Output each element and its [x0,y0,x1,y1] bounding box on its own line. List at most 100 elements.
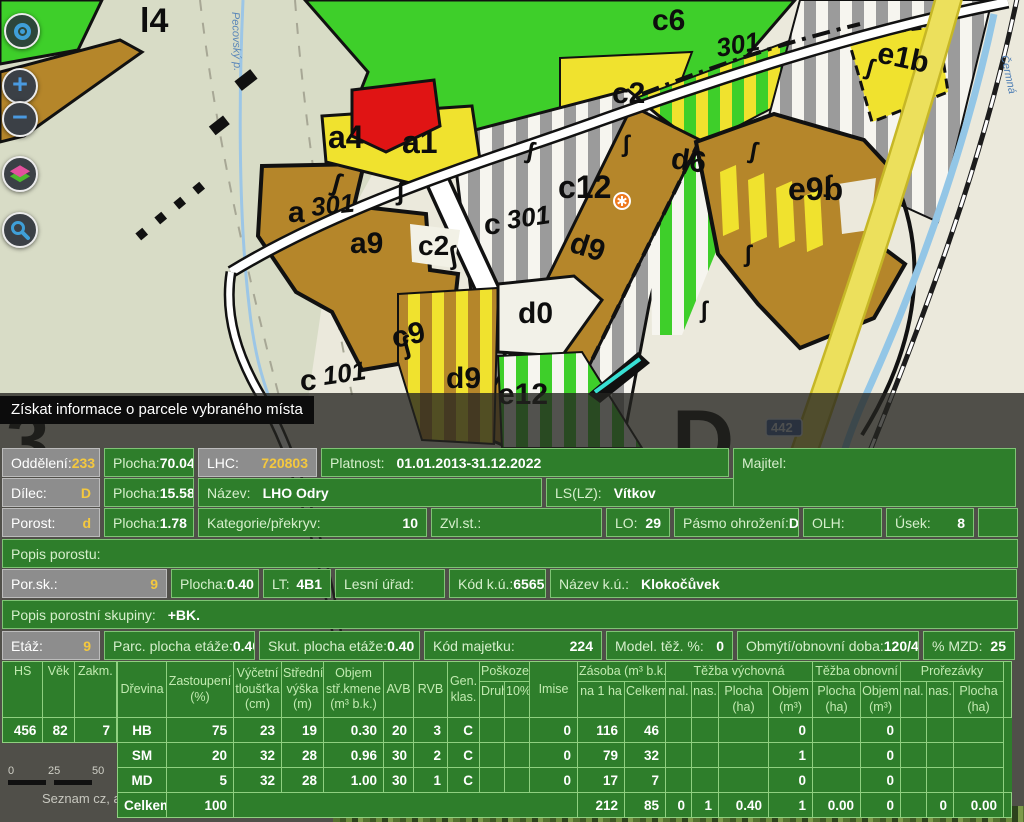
table-cell: 0.00 [813,793,861,818]
field-nazev-ku: Název k.ú.:Klokočůvek [550,569,1017,598]
col-vycetni: Výčetnítloušťka(cm) [234,662,282,718]
col-avb: AVB [384,662,414,718]
field-lhc: LHC:720803 [198,448,317,477]
table-cell: 100 [167,793,234,818]
field-usek: Úsek:8 [886,508,974,537]
col-tv-nal: nal. [666,682,692,718]
table-cell [666,718,692,743]
table-cell [1004,793,1012,818]
field-parc-plocha: Parc. plocha etáže:0.40 [104,631,255,660]
group-tezba-obnovni: Těžba obnovní [813,662,901,682]
table-cell: 116 [578,718,625,743]
col-to-objem: Objem(m³) [861,682,901,718]
table-cell: 28 [282,743,324,768]
table-cell [666,768,692,793]
app-screen: l4c6301e1bc2a4a1d6c12e9ba301a9c2c301d9d0… [0,0,1024,822]
group-zasoba: Zásoba (m³ b.k.) [578,662,666,682]
table-cell [480,768,505,793]
table-cell [692,768,719,793]
field-etaz: Etáž:9 [2,631,100,660]
table-cell: MD [118,768,167,793]
map-label: a1 [402,124,438,160]
field-lo: LO:29 [606,508,670,537]
table-cell: 0 [666,793,692,818]
table-cell: 0 [769,718,813,743]
col-zastoupeni: Zastoupení(%) [167,662,234,718]
locate-icon [14,23,31,40]
map-label: c2 [418,230,449,261]
scale-tick: 25 [48,765,60,777]
field-popis-ps: Popis porostní skupiny:+BK. [2,600,1018,629]
field-plocha-porsk: Plocha:0.40 [171,569,259,598]
table-cell [927,718,954,743]
table-cell: C [448,743,480,768]
map-label: ʃ [743,241,753,268]
table-cell: 5 [167,768,234,793]
table-cell [954,743,1004,768]
col-vek: Věk [43,662,74,718]
col-hs: HS [3,662,43,718]
map-label: a4 [328,119,364,155]
table-cell: 0 [530,718,578,743]
table-cell: 46 [625,718,666,743]
group-poskozeni: Poškození [480,662,530,682]
col-rvb: RVB [414,662,448,718]
field-skut-plocha: Skut. plocha etáže:0.40 [259,631,420,660]
field-lslz: LS(LZ):Vítkov [546,478,734,507]
table-cell [954,768,1004,793]
locate-button[interactable] [4,13,40,49]
table-cell [505,743,530,768]
map-label: c2 [612,77,645,110]
map-label: 301 [505,199,552,235]
col-na1ha: na 1 ha [578,682,625,718]
field-plocha-porost: Plocha:1.78 [104,508,194,537]
stand-key-table: HS Věk Zakm. 456827 [2,661,117,743]
table-cell: SM [118,743,167,768]
map-label: ʃ [621,131,631,158]
table-cell: 82 [43,718,74,743]
table-cell [234,793,578,818]
field-empty [978,508,1018,537]
table-cell: 28 [282,768,324,793]
search-button[interactable] [2,212,38,248]
col-to-plocha: Plocha(ha) [813,682,861,718]
col-celkem: Celkem [625,682,666,718]
table-cell [719,718,769,743]
table-cell: 1.00 [324,768,384,793]
col-imise: Imise [530,662,578,718]
col-tv-objem: Objem(m³) [769,682,813,718]
table-cell: 30 [384,768,414,793]
field-platnost: Platnost:01.01.2013-31.12.2022 [321,448,729,477]
map-label: a9 [350,227,383,260]
field-model-tez: Model. těž. %:0 [606,631,733,660]
table-cell: 0 [530,743,578,768]
table-cell: 0.30 [324,718,384,743]
col-zakm: Zakm. [74,662,116,718]
plus-icon: + [12,71,28,98]
col-pr-nal: nal. [901,682,927,718]
field-nazev: Název:LHO Odry [198,478,542,507]
scale-tick: 0 [8,765,14,777]
field-porsk: Por.sk.:9 [2,569,167,598]
field-olh: OLH: [803,508,882,537]
zoom-in-button[interactable]: + [2,68,38,104]
map-label: l4 [140,2,168,40]
field-lesni-urad: Lesní úřad: [335,569,445,598]
table-cell: 0 [927,793,954,818]
map-label: ʃ [395,176,406,206]
table-cell: 17 [578,768,625,793]
table-cell [927,768,954,793]
tree-species-table: Dřevina Zastoupení(%) Výčetnítloušťka(cm… [117,661,1012,818]
field-popis-porostu: Popis porostu: [2,539,1018,568]
map-tooltip: Získat informace o parcele vybraného mís… [0,396,314,424]
table-row: 456827 [3,718,117,743]
table-cell: 79 [578,743,625,768]
table-cell [901,793,927,818]
table-cell: 32 [234,768,282,793]
layers-button[interactable] [2,156,38,192]
layers-icon [9,163,31,185]
table-total-row: Celkem:10021285010.4010.00000.00 [118,793,1012,818]
field-majitel: Majitel: [733,448,1016,507]
field-plocha-dilec: Plocha:15.58 [104,478,194,507]
zoom-out-button[interactable]: − [2,101,38,137]
